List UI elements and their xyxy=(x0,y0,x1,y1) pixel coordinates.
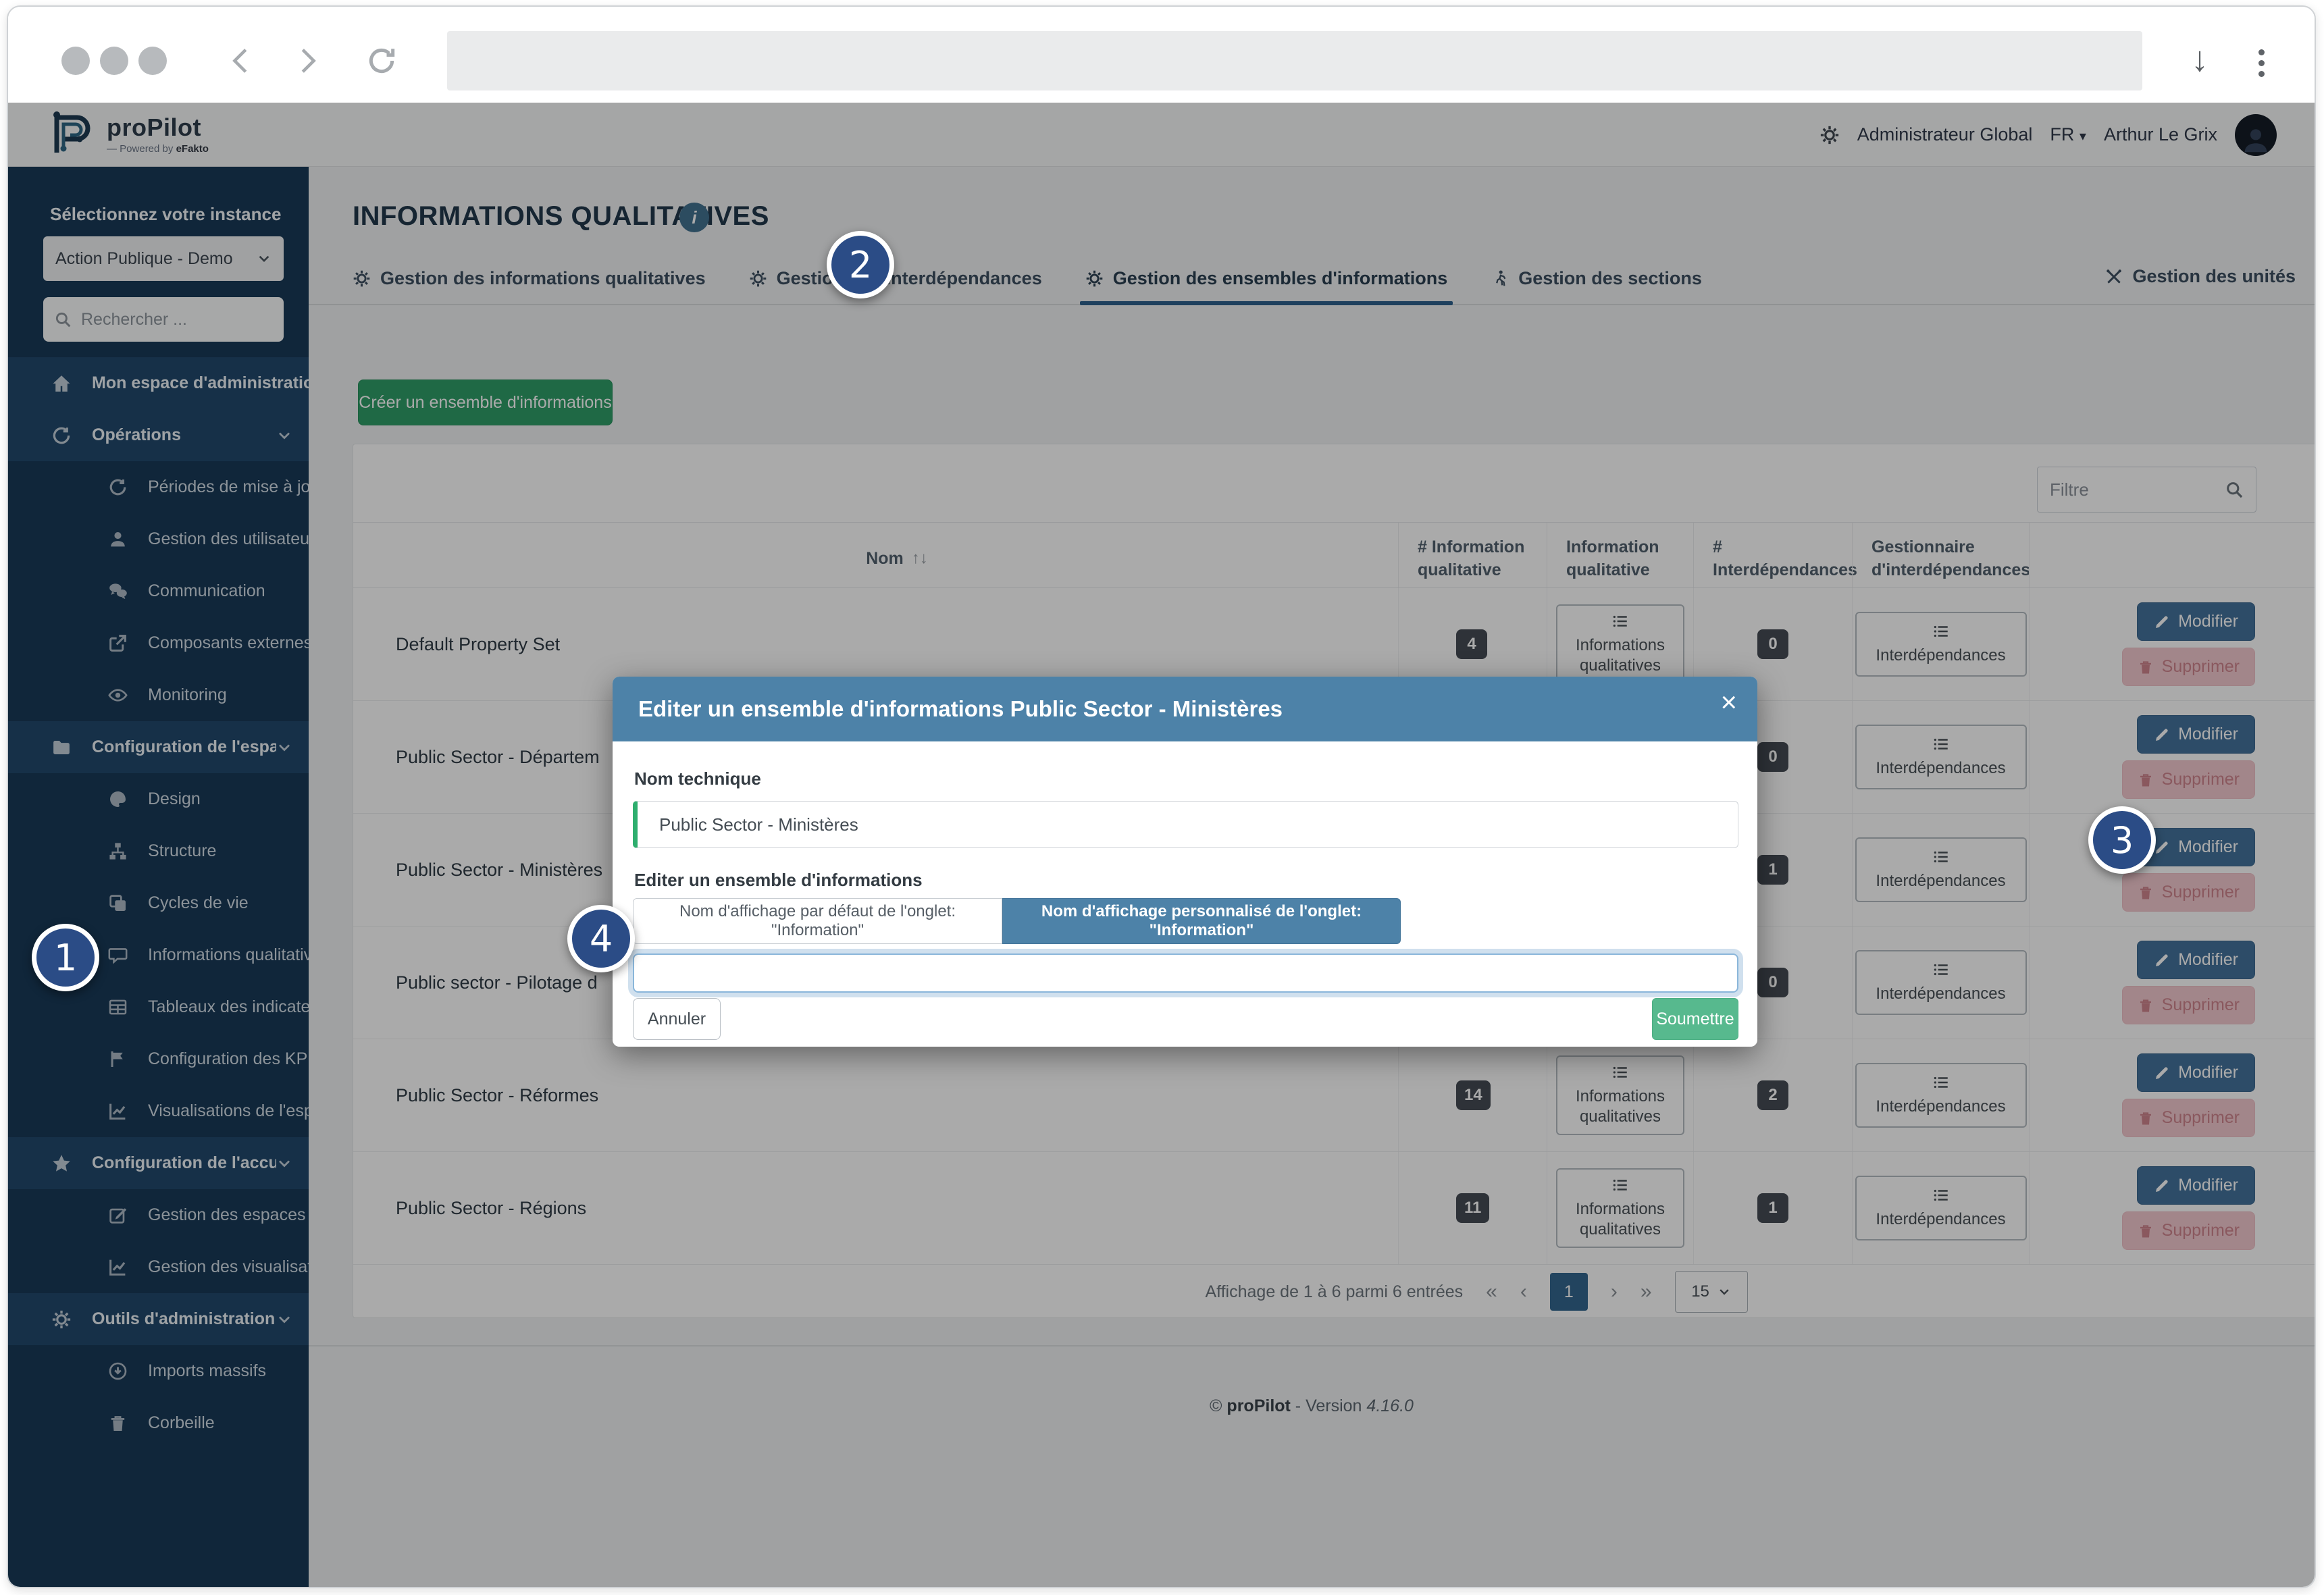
default-display-name-toggle[interactable]: Nom d'affichage par défaut de l'onglet: … xyxy=(633,898,1002,944)
technical-name-value: Public Sector - Ministères xyxy=(659,814,858,835)
back-icon[interactable] xyxy=(226,45,257,76)
custom-display-name-toggle[interactable]: Nom d'affichage personnalisé de l'onglet… xyxy=(1002,898,1401,944)
submit-button[interactable]: Soumettre xyxy=(1652,998,1738,1040)
forward-icon[interactable] xyxy=(292,45,323,76)
browser-menu-icon[interactable] xyxy=(2258,45,2265,82)
download-icon[interactable]: ↓ xyxy=(2191,39,2209,80)
modal-header: Editer un ensemble d'informations Public… xyxy=(613,677,1757,741)
technical-name-input[interactable]: Public Sector - Ministères xyxy=(633,801,1738,848)
browser-chrome: ↓ xyxy=(8,7,2315,103)
cancel-button[interactable]: Annuler xyxy=(633,998,721,1040)
window-zoom-button[interactable] xyxy=(138,47,167,75)
edit-ensemble-label: Editer un ensemble d'informations xyxy=(634,870,923,891)
edit-ensemble-modal: Editer un ensemble d'informations Public… xyxy=(613,677,1757,1047)
callout-3: 3 xyxy=(2088,806,2156,874)
browser-window: ↓ proPilot — Powered by eFakto Administr… xyxy=(7,5,2316,1588)
technical-name-label: Nom technique xyxy=(634,768,761,789)
modal-title: Editer un ensemble d'informations Public… xyxy=(638,696,1283,722)
callout-4: 4 xyxy=(567,905,635,972)
url-bar[interactable] xyxy=(447,31,2142,90)
display-name-toggle-group: Nom d'affichage par défaut de l'onglet: … xyxy=(633,898,1401,944)
reload-icon[interactable] xyxy=(365,44,398,78)
window-close-button[interactable] xyxy=(61,47,90,75)
callout-1: 1 xyxy=(32,924,99,991)
callout-2: 2 xyxy=(827,231,894,298)
window-minimize-button[interactable] xyxy=(100,47,128,75)
close-icon[interactable]: × xyxy=(1720,686,1737,718)
custom-display-name-input[interactable] xyxy=(633,953,1738,993)
